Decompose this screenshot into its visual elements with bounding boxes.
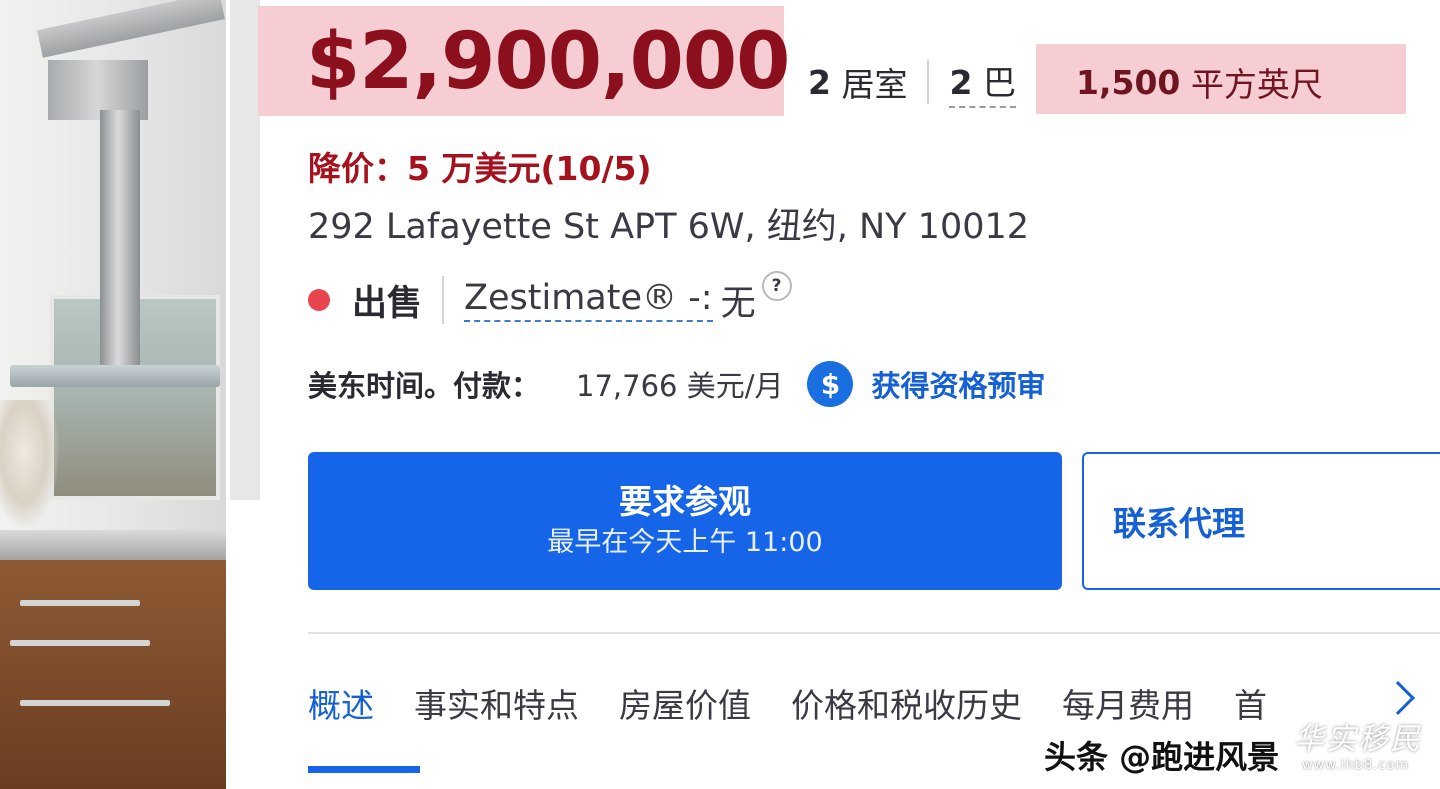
- baths-fact[interactable]: 2 巴: [949, 56, 1016, 108]
- photo-handle: [20, 700, 170, 706]
- request-tour-label: 要求参观: [619, 482, 751, 521]
- active-tab-indicator: [308, 766, 420, 773]
- baths-count: 2: [949, 63, 973, 102]
- tab-facts-features[interactable]: 事实和特点: [414, 679, 579, 727]
- photo-plant: [0, 400, 60, 530]
- payment-value: 17,766 美元/月: [576, 369, 784, 403]
- section-divider: [308, 632, 1440, 634]
- baths-unit: 巴: [982, 63, 1016, 102]
- photo-cabinets: [0, 560, 226, 789]
- sqft-number: 1,500: [1076, 62, 1181, 102]
- contact-agent-button[interactable]: 联系代理: [1082, 452, 1440, 590]
- tab-price-tax-history[interactable]: 价格和税收历史: [791, 679, 1022, 727]
- watermark-logo: 华实移民: [1294, 722, 1422, 757]
- watermark-text: 头条 @跑进风景: [1044, 738, 1280, 776]
- address: 292 Lafayette St APT 6W, 纽约, NY 10012: [308, 207, 1030, 247]
- photo-hood-pipe: [100, 110, 140, 380]
- zestimate-link[interactable]: Zestimate® -:: [464, 278, 713, 322]
- watermark-url: www.ihb8.com: [1302, 758, 1410, 773]
- beds-unit: 居室: [841, 65, 908, 104]
- tab-home-value[interactable]: 房屋价值: [619, 679, 751, 727]
- tab-monthly-costs[interactable]: 每月费用: [1062, 679, 1194, 727]
- photo-handle: [10, 640, 150, 646]
- photo-range-hood: [10, 365, 220, 387]
- sqft-fact: 1,500 平方英尺: [1076, 52, 1323, 112]
- listing-price: $2,900,000: [306, 17, 790, 107]
- zestimate-value: 无: [720, 283, 756, 324]
- help-icon[interactable]: ?: [761, 271, 792, 301]
- status-label: 出售: [352, 283, 423, 324]
- prequalify-link[interactable]: 获得资格预审: [871, 363, 1045, 405]
- bed-bath-facts: 2 居室 2 巴: [808, 52, 1058, 112]
- dollar-icon[interactable]: $: [807, 361, 854, 407]
- contact-agent-label: 联系代理: [1113, 504, 1245, 543]
- status-row: 出售 Zestimate® -: 无 ?: [308, 271, 792, 328]
- fact-separator: [927, 60, 930, 104]
- gallery-scroll-strip: [230, 0, 260, 500]
- price-cut-note: 降价：5 万美元(10/5): [308, 149, 652, 188]
- payment-label: 美东时间。付款：: [308, 369, 541, 403]
- gallery-divider: [226, 0, 266, 789]
- earliest-tour-time: 最早在今天上午 11:00: [547, 527, 823, 558]
- photo-handle: [20, 600, 140, 606]
- request-tour-button[interactable]: 要求参观 最早在今天上午 11:00: [308, 452, 1062, 590]
- tab-next[interactable]: 首: [1234, 679, 1267, 727]
- for-sale-dot-icon: [308, 289, 330, 311]
- tab-overview[interactable]: 概述: [308, 679, 374, 727]
- sqft-unit: 平方英尺: [1190, 65, 1323, 104]
- photo-counter: [0, 530, 226, 560]
- status-separator: [442, 276, 445, 324]
- listing-photo[interactable]: [0, 0, 226, 789]
- beds-count: 2: [808, 62, 831, 102]
- section-tabs: 概述 事实和特点 房屋价值 价格和税收历史 每月费用 首: [308, 672, 1307, 734]
- payment-row: 美东时间。付款： 17,766 美元/月 $ 获得资格预审: [308, 360, 1046, 408]
